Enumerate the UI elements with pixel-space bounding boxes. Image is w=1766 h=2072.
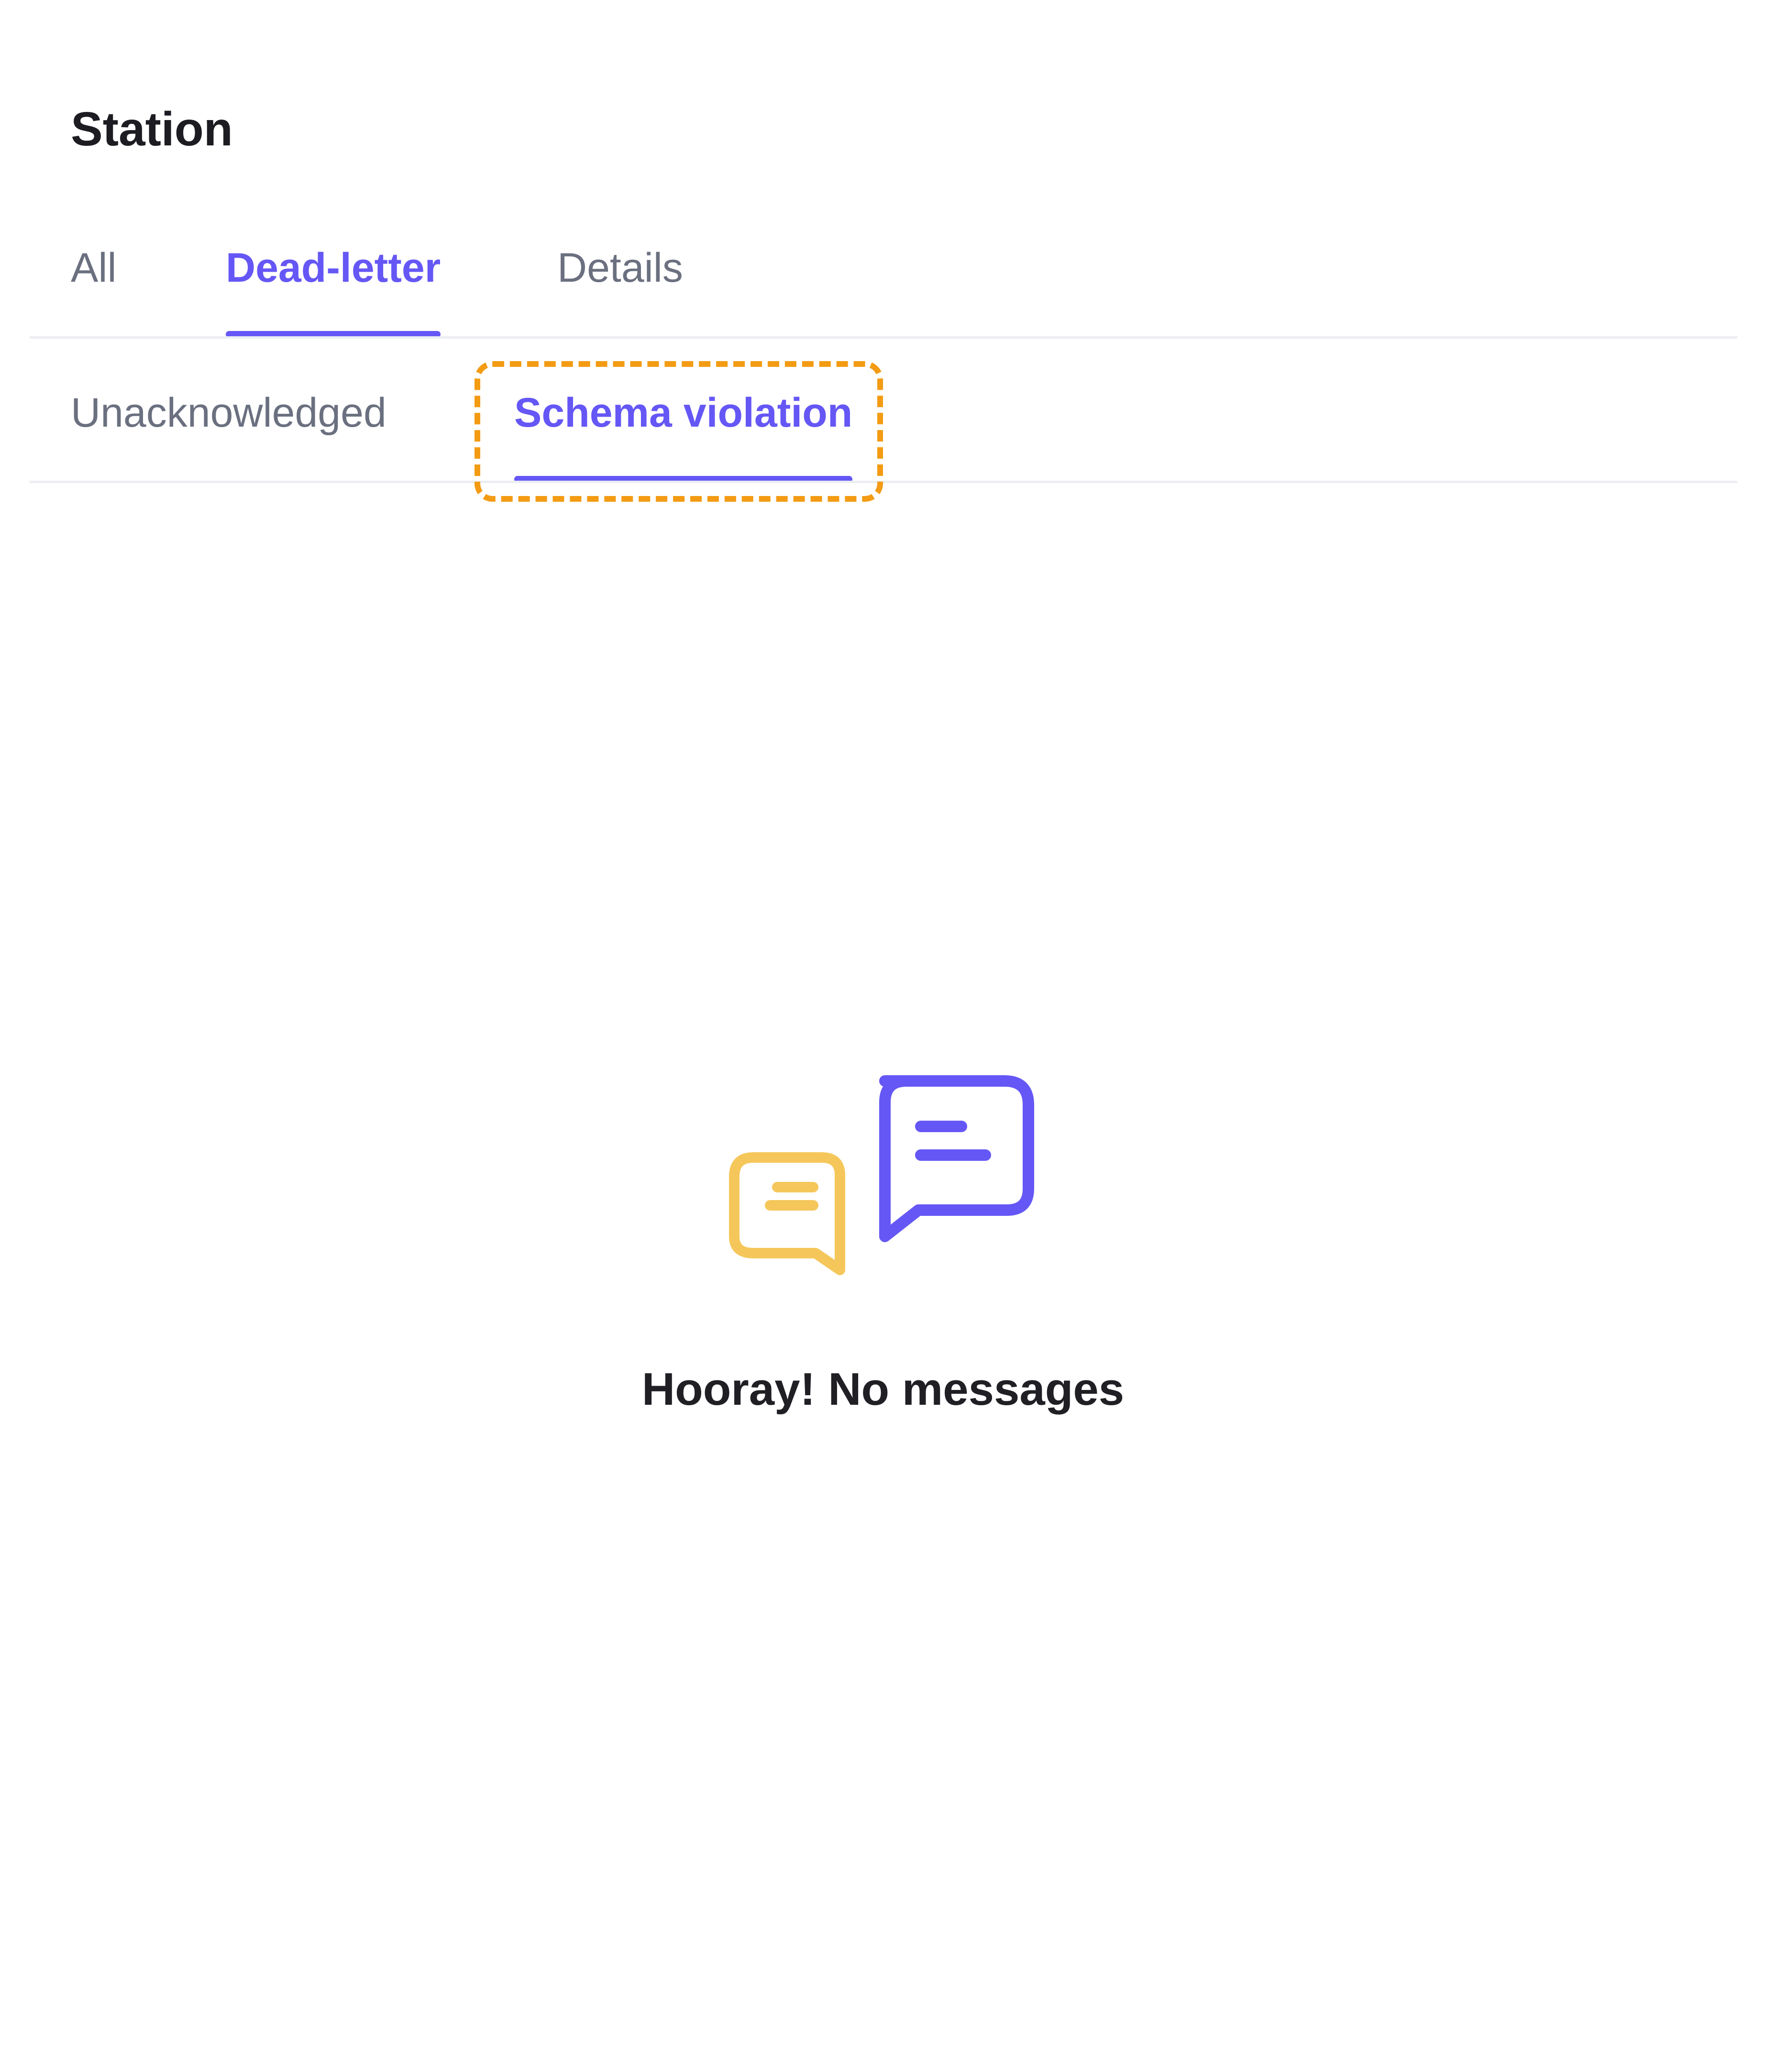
tab-dead-letter[interactable]: Dead-letter: [226, 239, 441, 339]
primary-tab-bar: All Dead-letter Details: [0, 239, 1766, 339]
tab-details[interactable]: Details: [557, 239, 683, 339]
tab-dead-letter-label: Dead-letter: [226, 245, 441, 291]
tab-all[interactable]: All: [71, 239, 117, 339]
chat-bubbles-icon: [727, 1074, 1043, 1279]
tab-schema-violation-label: Schema violation: [514, 390, 853, 436]
tab-details-label: Details: [557, 245, 683, 291]
empty-state-message: Hooray! No messages: [641, 1364, 1125, 1415]
tab-schema-violation[interactable]: Schema violation: [514, 384, 853, 484]
secondary-tab-bar: Unacknowledged Schema violation: [0, 384, 1766, 484]
purple-chat-bubble-icon: [879, 1075, 1034, 1242]
yellow-chat-bubble-icon: [729, 1152, 845, 1275]
secondary-tab-divider: [30, 481, 1737, 483]
page-title: Station: [71, 102, 233, 156]
tab-all-label: All: [71, 245, 117, 291]
primary-tab-divider: [30, 336, 1737, 339]
tab-unacknowledged-label: Unacknowledged: [71, 390, 386, 436]
station-page: Station All Dead-letter Details Unacknow…: [0, 0, 1766, 2072]
tab-unacknowledged[interactable]: Unacknowledged: [71, 384, 386, 484]
